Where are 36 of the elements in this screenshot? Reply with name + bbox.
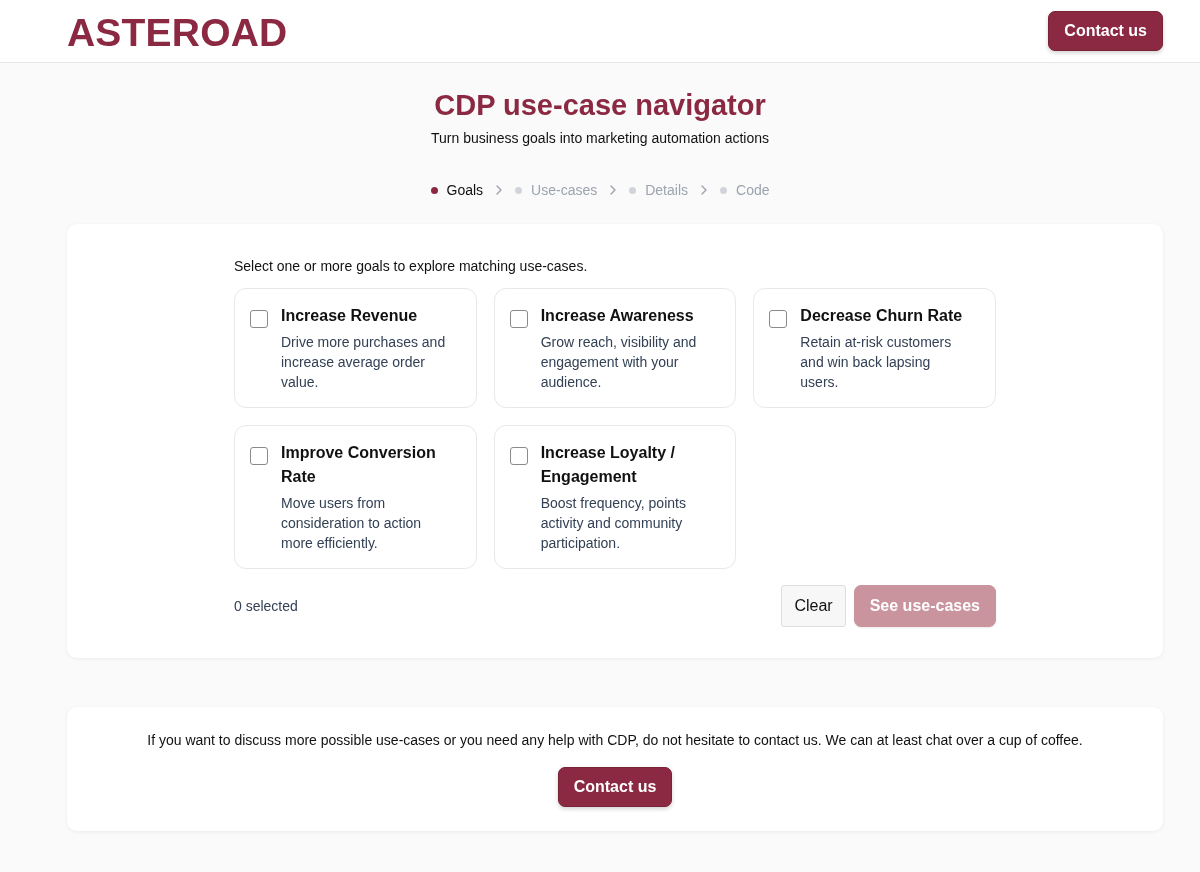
- goal-title: Increase Revenue: [281, 306, 419, 326]
- contact-text: If you want to discuss more possible use-cases or you need any help with CDP, do not hesitate to contact us. We can at least chat over a cup of coffee.: [147, 731, 1083, 750]
- goal-checkbox[interactable]: [250, 310, 268, 328]
- goal-title: Increase Awareness: [540, 306, 695, 326]
- goal-card[interactable]: Increase Revenue Drive more purchases and increase average order value.: [234, 288, 477, 408]
- goal-title: Improve Conversion Rate: [281, 443, 437, 487]
- contact-button[interactable]: Contact us: [557, 767, 673, 807]
- instruction-text: Select one or more goals to explore matching use-cases.: [234, 257, 589, 276]
- goal-checkbox[interactable]: [250, 447, 268, 465]
- goal-card[interactable]: Decrease Churn Rate Retain at-risk customers and win back lapsing users.: [753, 288, 996, 408]
- goal-description: Move users from consideration to action more efficiently.: [281, 494, 423, 553]
- goal-card[interactable]: Increase Loyalty / Engagement Boost frequency, points activity and community participation.: [493, 425, 737, 569]
- goal-title: Decrease Churn Rate: [800, 306, 964, 326]
- goal-checkbox[interactable]: [509, 447, 528, 465]
- logo: ASTEROAD: [67, 12, 288, 52]
- goal-checkbox[interactable]: [769, 310, 788, 328]
- step-label: Use-cases: [531, 181, 598, 200]
- step-label: Details: [645, 181, 688, 200]
- goal-description: Retain at-risk customers and win back lapsing users.: [800, 333, 953, 392]
- page-subtitle: Turn business goals into marketing automation actions: [431, 129, 769, 148]
- step-label: Goals: [446, 181, 484, 200]
- chevron-icon: [610, 185, 617, 195]
- step-label: Code: [736, 181, 770, 200]
- goal-card[interactable]: Improve Conversion Rate Move users from consideration to action more efficiently.: [234, 425, 477, 569]
- goal-description: Drive more purchases and increase average order value.: [281, 333, 447, 392]
- selection-count: 0 selected: [234, 597, 298, 616]
- goal-description: Boost frequency, points activity and community participation.: [540, 494, 687, 553]
- goal-checkbox[interactable]: [509, 310, 528, 328]
- contact-button[interactable]: Contact us: [1048, 11, 1163, 51]
- clear-button[interactable]: Clear: [781, 585, 846, 627]
- chevron-icon: [701, 185, 707, 195]
- goal-description: Grow reach, visibility and engagement with your audience.: [540, 333, 698, 392]
- page-title: CDP use-case navigator: [434, 88, 766, 123]
- goal-card[interactable]: Increase Awareness Grow reach, visibility and engagement with your audience.: [493, 288, 737, 408]
- goal-title: Increase Loyalty / Engagement: [540, 443, 676, 487]
- chevron-icon: [496, 185, 503, 195]
